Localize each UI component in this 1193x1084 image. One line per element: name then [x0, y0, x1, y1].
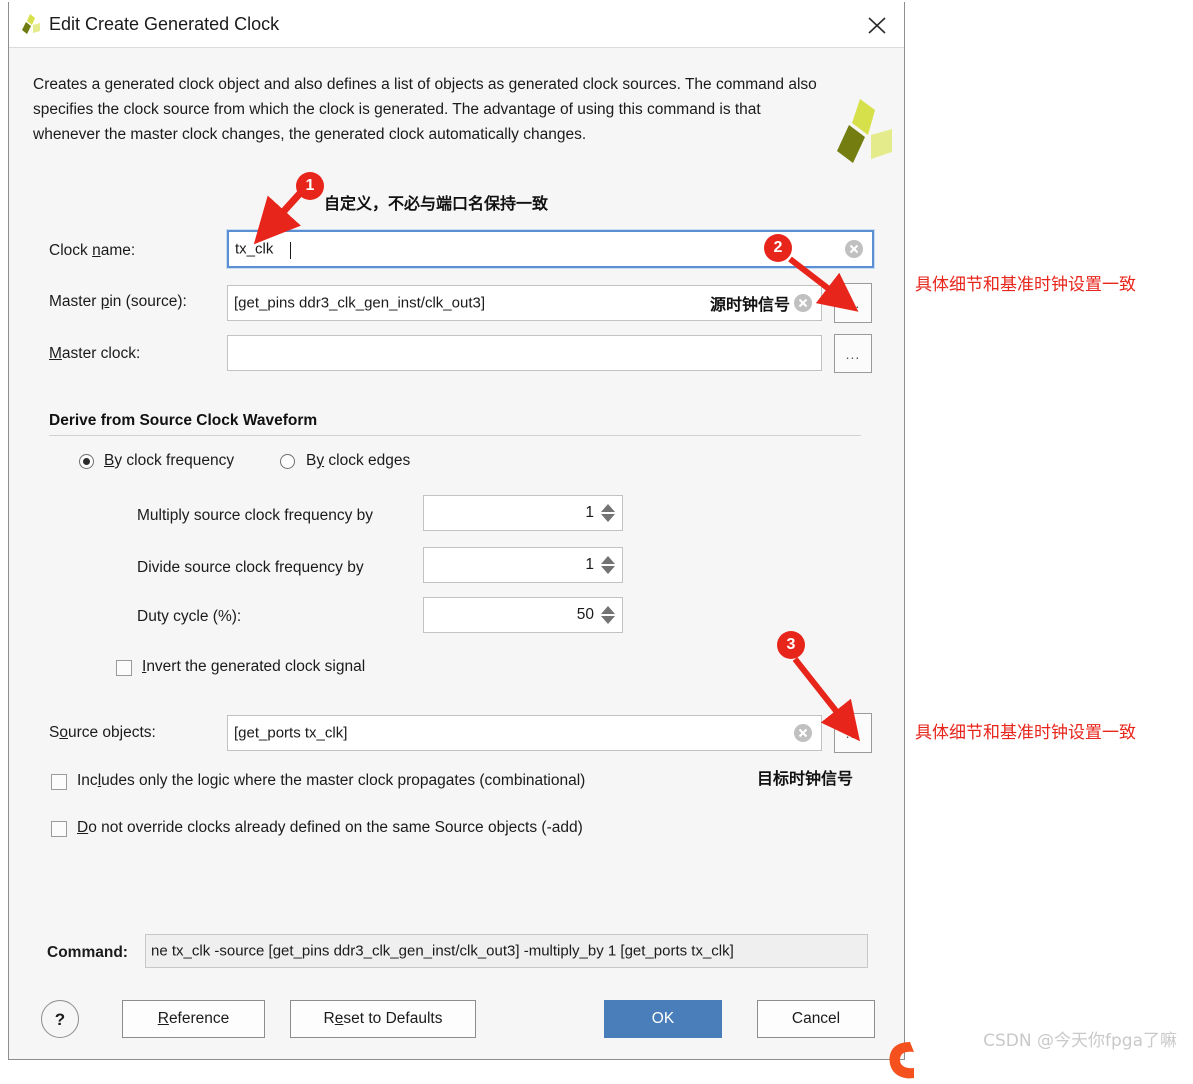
cancel-label: Cancel — [791, 1010, 841, 1027]
command-field[interactable]: ne tx_clk -source [get_pins ddr3_clk_gen… — [145, 934, 868, 968]
multiply-spinner-arrows[interactable] — [600, 496, 616, 530]
master-clock-label: Master clock: — [49, 345, 141, 362]
reference-label: Reference — [157, 1010, 230, 1027]
vivado-brand-icon — [827, 97, 893, 169]
duty-cycle-label: Duty cycle (%): — [137, 608, 242, 625]
spinner-up-icon[interactable] — [601, 606, 615, 614]
spinner-up-icon[interactable] — [601, 556, 615, 564]
reset-to-defaults-button[interactable]: Reset to Defaults — [290, 1000, 476, 1038]
master-clock-browse-button[interactable]: ... — [834, 334, 872, 373]
master-pin-browse-button[interactable]: ... — [834, 283, 872, 323]
orange-shape-decoration — [880, 1040, 922, 1080]
group-divider — [49, 435, 861, 436]
text-caret — [290, 242, 291, 259]
clock-name-label: Clock name: — [49, 242, 136, 259]
do-not-override-label[interactable]: Do not override clocks already defined o… — [77, 819, 583, 837]
includes-only-logic-label[interactable]: Includes only the logic where the master… — [77, 772, 585, 790]
vivado-logo-icon — [19, 13, 41, 37]
source-objects-browse-button[interactable]: ... — [834, 713, 872, 753]
clear-circle-icon[interactable] — [844, 239, 864, 259]
watermark: CSDN @今天你fpga了嘛 — [983, 1031, 1177, 1051]
dialog-description: Creates a generated clock object and als… — [33, 76, 817, 143]
radio-by-clock-frequency-label[interactable]: By clock frequency — [104, 452, 234, 470]
spinner-down-icon[interactable] — [601, 514, 615, 522]
invert-clock-label[interactable]: Invert the generated clock signal — [142, 658, 365, 676]
spinner-down-icon[interactable] — [601, 566, 615, 574]
command-value: ne tx_clk -source [get_pins ddr3_clk_gen… — [151, 942, 734, 960]
duty-cycle-spinner[interactable]: 50 — [423, 597, 623, 633]
includes-only-logic-checkbox[interactable] — [51, 774, 67, 790]
close-icon[interactable] — [862, 11, 892, 39]
annotation-badge-2: 2 — [764, 234, 792, 262]
master-pin-value: [get_pins ddr3_clk_gen_inst/clk_out3] — [234, 294, 486, 312]
annotation-right-bottom-note: 具体细节和基准时钟设置一致 — [915, 723, 1136, 743]
ok-button[interactable]: OK — [604, 1000, 722, 1038]
divide-spinner-arrows[interactable] — [600, 548, 616, 582]
source-objects-value: [get_ports tx_clk] — [234, 724, 348, 742]
radio-by-clock-edges-label[interactable]: By clock edges — [306, 452, 410, 470]
clear-circle-icon[interactable] — [793, 293, 813, 313]
source-objects-input[interactable]: [get_ports tx_clk] — [227, 715, 822, 751]
reset-label: Reset to Defaults — [323, 1010, 443, 1027]
help-label: ? — [54, 1010, 66, 1029]
cancel-button[interactable]: Cancel — [757, 1000, 875, 1038]
duty-cycle-value: 50 — [576, 606, 594, 623]
spinner-down-icon[interactable] — [601, 616, 615, 624]
annotation-right-top-note: 具体细节和基准时钟设置一致 — [915, 275, 1136, 295]
multiply-value: 1 — [585, 504, 594, 521]
derive-group-title: Derive from Source Clock Waveform — [49, 412, 318, 429]
dialog-title: Edit Create Generated Clock — [49, 14, 280, 34]
multiply-spinner[interactable]: 1 — [423, 495, 623, 531]
spinner-up-icon[interactable] — [601, 504, 615, 512]
annotation-clock-name-note: 自定义，不必与端口名保持一致 — [324, 194, 549, 213]
radio-by-clock-frequency[interactable] — [79, 454, 94, 469]
dialog-titlebar: Edit Create Generated Clock — [9, 2, 904, 48]
divide-label: Divide source clock frequency by — [137, 559, 364, 576]
divide-spinner[interactable]: 1 — [423, 547, 623, 583]
annotation-badge-1: 1 — [296, 172, 324, 200]
edit-create-generated-clock-dialog: Edit Create Generated Clock Creates a ge… — [8, 2, 905, 1060]
clock-name-value: tx_clk — [235, 240, 274, 258]
annotation-source-objects-note: 目标时钟信号 — [757, 769, 854, 788]
master-clock-input[interactable] — [227, 335, 822, 371]
help-button[interactable]: ? — [41, 1000, 79, 1038]
radio-by-clock-edges[interactable] — [280, 454, 295, 469]
command-label: Command: — [47, 944, 128, 961]
duty-cycle-spinner-arrows[interactable] — [600, 598, 616, 632]
invert-clock-checkbox[interactable] — [116, 660, 132, 676]
do-not-override-checkbox[interactable] — [51, 821, 67, 837]
clear-circle-icon[interactable] — [793, 723, 813, 743]
annotation-master-pin-note: 源时钟信号 — [710, 295, 791, 314]
ok-label: OK — [651, 1010, 675, 1027]
source-objects-label: Source objects: — [49, 724, 156, 741]
reference-button[interactable]: Reference — [122, 1000, 265, 1038]
multiply-label: Multiply source clock frequency by — [137, 507, 374, 524]
annotation-badge-3: 3 — [777, 631, 805, 659]
master-pin-label: Master pin (source): — [49, 293, 187, 310]
divide-value: 1 — [585, 556, 594, 573]
